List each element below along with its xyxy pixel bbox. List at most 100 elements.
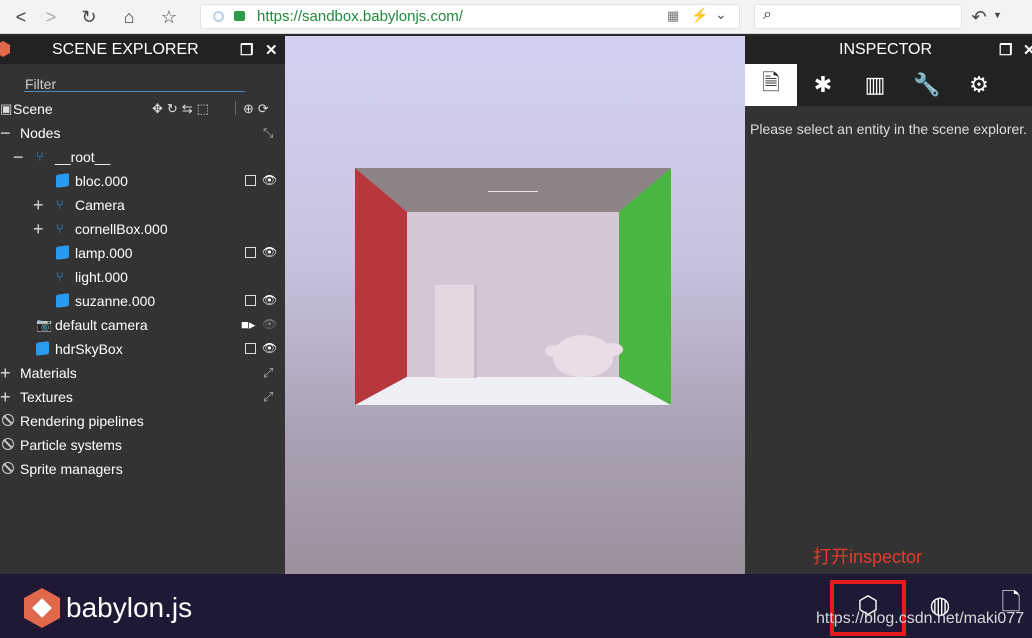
pick-refresh-icons[interactable]: ⊕⟳ bbox=[243, 101, 273, 117]
tree-node[interactable]: + ⑂ cornellBox.000 bbox=[0, 217, 285, 241]
collapse-all-icon[interactable]: ⤡ bbox=[263, 125, 273, 141]
filter-underline bbox=[24, 91, 245, 92]
inspector-empty-message: Please select an entity in the scene exp… bbox=[750, 121, 1028, 137]
node-label: suzanne.000 bbox=[75, 293, 156, 309]
expand-icon[interactable]: + bbox=[33, 195, 44, 216]
section-label: Sprite managers bbox=[20, 461, 123, 477]
node-label: hdrSkyBox bbox=[55, 341, 123, 357]
site-info-icon[interactable] bbox=[213, 11, 224, 22]
popout-icon[interactable]: ❐ bbox=[240, 41, 253, 59]
disabled-icon bbox=[2, 414, 14, 426]
expand-icon[interactable]: + bbox=[0, 363, 11, 384]
tree-node[interactable]: hdrSkyBox 👁 bbox=[0, 337, 285, 361]
qr-code-icon[interactable]: ▦ bbox=[667, 8, 679, 24]
bloc-mesh bbox=[435, 285, 477, 378]
tree-node[interactable]: + ⑂ Camera bbox=[0, 193, 285, 217]
babylon-logo-icon bbox=[24, 588, 60, 628]
filter-input[interactable]: Filter bbox=[25, 76, 56, 92]
brand-name: babylon.js bbox=[66, 592, 193, 623]
divider bbox=[235, 101, 236, 115]
chevron-down-icon[interactable]: ⌄ bbox=[715, 6, 727, 23]
inspector-header: INSPECTOR ❐ ✕ bbox=[745, 36, 1032, 64]
search-icon: ⌕ bbox=[763, 6, 772, 23]
tree-node[interactable]: 📷 default camera ■▸ 👁 bbox=[0, 313, 285, 337]
image-icon: ▣ bbox=[0, 101, 13, 116]
address-bar[interactable]: https://sandbox.babylonjs.com/ ▦ ⚡ ⌄ bbox=[200, 4, 740, 29]
tools-tab-icon[interactable]: 🔧 bbox=[901, 64, 953, 106]
inspector-title: INSPECTOR bbox=[839, 41, 933, 58]
expand-all-icon[interactable]: ⤢ bbox=[263, 365, 273, 381]
node-label: cornellBox.000 bbox=[75, 221, 168, 237]
back-icon[interactable]: < bbox=[8, 4, 34, 30]
collapse-icon[interactable]: − bbox=[13, 147, 24, 168]
mesh-cube-icon bbox=[56, 293, 69, 310]
statistics-tab-icon[interactable]: ▥ bbox=[849, 64, 901, 106]
node-label: lamp.000 bbox=[75, 245, 133, 261]
forward-icon[interactable]: > bbox=[38, 4, 64, 30]
tree-node[interactable]: bloc.000 👁 bbox=[0, 169, 285, 193]
section-label: Materials bbox=[20, 365, 77, 381]
mesh-cube-icon bbox=[36, 341, 49, 358]
debug-tab-icon[interactable]: ✱ bbox=[797, 64, 849, 106]
branch-icon: ⑂ bbox=[56, 221, 64, 236]
section-row[interactable]: + Materials ⤢ bbox=[0, 361, 285, 385]
bookmark-star-icon[interactable]: ☆ bbox=[156, 4, 182, 30]
settings-tab-icon[interactable]: ⚙ bbox=[953, 64, 1005, 106]
section-row[interactable]: + Textures ⤢ bbox=[0, 385, 285, 409]
section-row[interactable]: Sprite managers bbox=[0, 457, 285, 481]
collapse-icon[interactable]: − bbox=[0, 123, 11, 144]
branch-icon: ⑂ bbox=[36, 149, 44, 164]
suzanne-mesh bbox=[545, 335, 623, 377]
browser-toolbar: < > ↻ ⌂ ☆ https://sandbox.babylonjs.com/… bbox=[0, 0, 1032, 34]
eye-icon[interactable]: 👁 bbox=[262, 341, 277, 355]
section-row[interactable]: Particle systems bbox=[0, 433, 285, 457]
tree-node[interactable]: ⑂ light.000 bbox=[0, 265, 285, 289]
node-label: default camera bbox=[55, 317, 148, 333]
close-icon[interactable]: ✕ bbox=[265, 41, 278, 59]
section-label: Textures bbox=[20, 389, 73, 405]
render-canvas[interactable] bbox=[285, 36, 745, 574]
tree-node[interactable]: suzanne.000 👁 bbox=[0, 289, 285, 313]
nodes-row[interactable]: − Nodes ⤡ bbox=[0, 121, 285, 145]
expand-icon[interactable]: + bbox=[33, 219, 44, 240]
scene-explorer-panel: SCENE EXPLORER ❐ ✕ Filter ▣ Scene ✥↻⇆⬚ ⊕… bbox=[0, 36, 285, 574]
expand-all-icon[interactable]: ⤢ bbox=[263, 389, 273, 405]
node-label: bloc.000 bbox=[75, 173, 128, 189]
search-box[interactable]: ⌕ bbox=[754, 4, 962, 29]
bounding-box-toggle[interactable] bbox=[245, 343, 256, 354]
inspector-tabs: 🗎 ✱ ▥ 🔧 ⚙ bbox=[745, 64, 1032, 106]
close-icon[interactable]: ✕ bbox=[1023, 41, 1032, 59]
nodes-label: Nodes bbox=[20, 125, 61, 141]
popout-icon[interactable]: ❐ bbox=[999, 41, 1012, 59]
tree-node[interactable]: − ⑂ __root__ bbox=[0, 145, 285, 169]
properties-tab-icon[interactable]: 🗎 bbox=[745, 64, 797, 106]
tree-node[interactable]: lamp.000 👁 bbox=[0, 241, 285, 265]
bounding-box-toggle[interactable] bbox=[245, 175, 256, 186]
expand-icon[interactable]: + bbox=[0, 387, 11, 408]
section-row[interactable]: Rendering pipelines bbox=[0, 409, 285, 433]
eye-icon[interactable]: 👁 bbox=[262, 317, 277, 331]
url-text[interactable]: https://sandbox.babylonjs.com/ bbox=[257, 8, 463, 25]
babylon-logo-icon bbox=[0, 41, 10, 57]
scene-row[interactable]: ▣ Scene ✥↻⇆⬚ ⊕⟳ bbox=[0, 97, 285, 121]
lightning-icon[interactable]: ⚡ bbox=[691, 7, 708, 24]
home-icon[interactable]: ⌂ bbox=[116, 4, 142, 30]
scene-explorer-header: SCENE EXPLORER ❐ ✕ bbox=[0, 36, 285, 64]
reload-icon[interactable]: ↻ bbox=[76, 4, 102, 30]
eye-icon[interactable]: 👁 bbox=[262, 293, 277, 307]
gizmo-icons[interactable]: ✥↻⇆⬚ bbox=[152, 101, 213, 117]
bounding-box-toggle[interactable] bbox=[245, 247, 256, 258]
disabled-icon bbox=[2, 438, 14, 450]
lock-icon bbox=[234, 11, 245, 21]
node-label: Camera bbox=[75, 197, 125, 213]
bounding-box-toggle[interactable] bbox=[245, 295, 256, 306]
eye-icon[interactable]: 👁 bbox=[262, 245, 277, 259]
eye-icon[interactable]: 👁 bbox=[262, 173, 277, 187]
undo-icon[interactable]: ↶ bbox=[966, 4, 992, 30]
undo-dropdown-icon[interactable]: ▼ bbox=[993, 10, 1002, 20]
camera-icon: 📷 bbox=[36, 317, 53, 332]
cornell-box bbox=[355, 168, 671, 405]
video-camera-icon[interactable]: ■▸ bbox=[241, 317, 255, 333]
mesh-cube-icon bbox=[56, 245, 69, 262]
node-label: light.000 bbox=[75, 269, 128, 285]
